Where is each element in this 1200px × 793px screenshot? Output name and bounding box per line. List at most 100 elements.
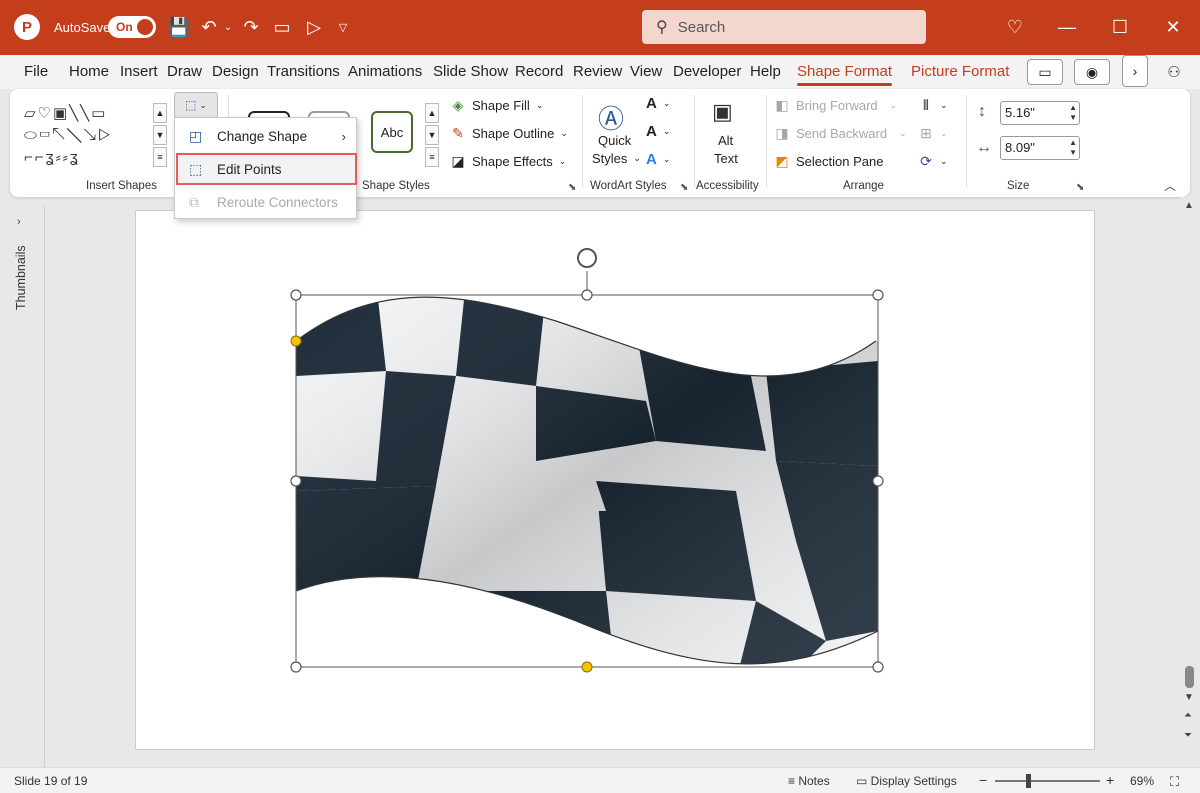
search-box[interactable]: ⚲ Search	[642, 10, 926, 44]
width-icon: ↔	[976, 139, 992, 156]
send-backward-button[interactable]: ◨ Send Backward ⌄	[774, 125, 906, 141]
tab-developer[interactable]: Developer	[673, 63, 741, 80]
redo-icon[interactable]: ↷	[240, 0, 262, 55]
close-icon[interactable]: ✕	[1150, 0, 1196, 55]
shape-styles-group-label: Shape Styles	[362, 180, 430, 192]
styles-more-icon[interactable]: ≡	[425, 147, 439, 167]
zoom-out-button[interactable]: −	[979, 772, 987, 788]
share-icon[interactable]: ⚇	[1162, 55, 1186, 89]
size-launcher-icon[interactable]: ⬊	[1076, 182, 1084, 193]
tab-picture-format[interactable]: Picture Format	[911, 63, 1009, 80]
bring-forward-button[interactable]: ◧ Bring Forward ⌄	[774, 97, 897, 113]
shape-effects-button[interactable]: ◪ Shape Effects ⌄	[450, 153, 566, 169]
align-icon[interactable]: ⫴ ⌄	[918, 97, 948, 113]
autosave-label: AutoSave	[54, 20, 111, 35]
slide-canvas[interactable]	[135, 210, 1095, 750]
autosave-toggle[interactable]: On	[108, 16, 156, 38]
styles-scroll-down-icon[interactable]: ▼	[425, 125, 439, 145]
arrange-group-label: Arrange	[843, 180, 884, 192]
bring-forward-icon: ◧	[775, 97, 789, 113]
undo-icon[interactable]: ↶	[198, 0, 220, 55]
size-group-label: Size	[1007, 180, 1030, 192]
text-outline-icon[interactable]: A ⌄	[646, 123, 670, 140]
present-icon[interactable]: ▭	[270, 0, 294, 55]
minimize-icon[interactable]: —	[1044, 0, 1090, 55]
undo-dropdown-icon[interactable]: ⌄	[222, 0, 234, 55]
display-settings-button[interactable]: ▭ Display Settings	[856, 774, 957, 788]
chevron-right-icon: ›	[341, 128, 346, 144]
edit-shape-icon: ⬚	[185, 98, 197, 112]
alt-text-label-2[interactable]: Text	[714, 151, 738, 166]
text-fill-icon[interactable]: A ⌄	[646, 95, 670, 112]
save-icon[interactable]: 💾	[168, 0, 190, 55]
ribbon-scroll-right-icon[interactable]: ›	[1122, 55, 1148, 87]
zoom-in-button[interactable]: +	[1106, 772, 1114, 788]
thumbnails-label: Thumbnails	[14, 245, 28, 310]
zoom-slider-thumb[interactable]	[1026, 774, 1031, 788]
record-icon[interactable]: ◉	[1074, 59, 1110, 85]
zoom-slider[interactable]	[995, 780, 1100, 782]
checkered-flag-shape[interactable]	[136, 211, 1096, 751]
text-effects-icon[interactable]: A ⌄	[646, 151, 670, 168]
shapes-gallery[interactable]: ▱♡▣╲╲▭ ⬭▭↖╲↘▷ ⌐⌐ʓ⸗⸗ʓ	[24, 103, 154, 169]
tab-transitions[interactable]: Transitions	[267, 63, 340, 80]
selection-pane-button[interactable]: ◩ Selection Pane	[774, 153, 883, 169]
tab-slideshow[interactable]: Slide Show	[433, 63, 508, 80]
tab-home[interactable]: Home	[69, 63, 109, 80]
wordart-launcher-icon[interactable]: ⬊	[680, 182, 688, 193]
expand-thumbnails-icon[interactable]: ›	[17, 216, 21, 228]
quick-styles-label-2[interactable]: Styles ⌄	[592, 151, 641, 166]
comments-icon[interactable]: ▭	[1027, 59, 1063, 85]
height-spinner-icon[interactable]: ▲ ▼	[1069, 103, 1077, 123]
notes-button[interactable]: ≡ Notes	[788, 774, 830, 788]
tab-record[interactable]: Record	[515, 63, 563, 80]
quick-styles-icon: Ⓐ	[598, 104, 625, 134]
next-slide-icon[interactable]: ⏷	[1184, 730, 1192, 741]
quick-styles-label-1[interactable]: Quick	[598, 133, 631, 148]
tab-insert[interactable]: Insert	[120, 63, 158, 80]
alt-text-label-1[interactable]: Alt	[718, 133, 733, 148]
tab-help[interactable]: Help	[750, 63, 781, 80]
menu-item-reroute-connectors[interactable]: ⧉ Reroute Connectors	[175, 187, 356, 217]
width-input[interactable]: 8.09" ▲ ▼	[1000, 136, 1080, 160]
group-icon[interactable]: ⊞ ⌄	[918, 125, 947, 141]
menu-item-change-shape[interactable]: ◰ Change Shape ›	[175, 121, 356, 151]
notes-icon: ≡	[788, 774, 799, 788]
collapse-ribbon-icon[interactable]: ︿	[1164, 177, 1176, 194]
height-input[interactable]: 5.16" ▲ ▼	[1000, 101, 1080, 125]
menu-item-edit-points[interactable]: ⬚ Edit Points	[176, 153, 357, 185]
edit-shape-button[interactable]: ⬚ ⌄	[174, 92, 218, 118]
shape-effects-icon: ◪	[451, 153, 465, 169]
scroll-down-icon[interactable]: ▼	[1184, 692, 1194, 703]
shapes-scroll-down-icon[interactable]: ▼	[153, 125, 167, 145]
powerpoint-logo-icon: P	[14, 14, 40, 40]
shape-styles-launcher-icon[interactable]: ⬊	[568, 182, 576, 193]
shapes-scroll-up-icon[interactable]: ▲	[153, 103, 167, 123]
tab-animations[interactable]: Animations	[348, 63, 422, 80]
ribbon-tabs: File Home Insert Draw Design Transitions…	[0, 55, 1200, 89]
shape-outline-button[interactable]: ✎ Shape Outline ⌄	[450, 125, 568, 141]
tab-review[interactable]: Review	[573, 63, 622, 80]
styles-scroll-up-icon[interactable]: ▲	[425, 103, 439, 123]
previous-slide-icon[interactable]: ⏶	[1184, 710, 1192, 721]
scroll-thumb[interactable]	[1185, 666, 1194, 688]
width-spinner-icon[interactable]: ▲ ▼	[1069, 138, 1077, 158]
shape-fill-button[interactable]: ◈ Shape Fill ⌄	[450, 97, 544, 113]
tab-view[interactable]: View	[630, 63, 662, 80]
lightbulb-icon[interactable]: ♡	[992, 0, 1038, 55]
scroll-up-icon[interactable]: ▲	[1184, 200, 1194, 211]
rotate-icon[interactable]: ⟳ ⌄	[918, 153, 947, 169]
shape-style-abc[interactable]: Abc	[371, 111, 413, 153]
slideshow-icon[interactable]: ▷	[302, 0, 326, 55]
shapes-more-icon[interactable]: ≡	[153, 147, 167, 167]
customize-toolbar-icon[interactable]: ▽	[336, 0, 350, 55]
fit-to-window-icon[interactable]: ⛶	[1170, 774, 1179, 790]
maximize-icon[interactable]: ☐	[1097, 0, 1143, 55]
tab-draw[interactable]: Draw	[167, 63, 202, 80]
zoom-level[interactable]: 69%	[1130, 774, 1154, 788]
change-shape-icon: ◰	[189, 127, 203, 144]
tab-shape-format[interactable]: Shape Format	[797, 63, 893, 86]
tab-file[interactable]: File	[24, 63, 48, 80]
autosave-state: On	[116, 20, 133, 34]
tab-design[interactable]: Design	[212, 63, 259, 80]
